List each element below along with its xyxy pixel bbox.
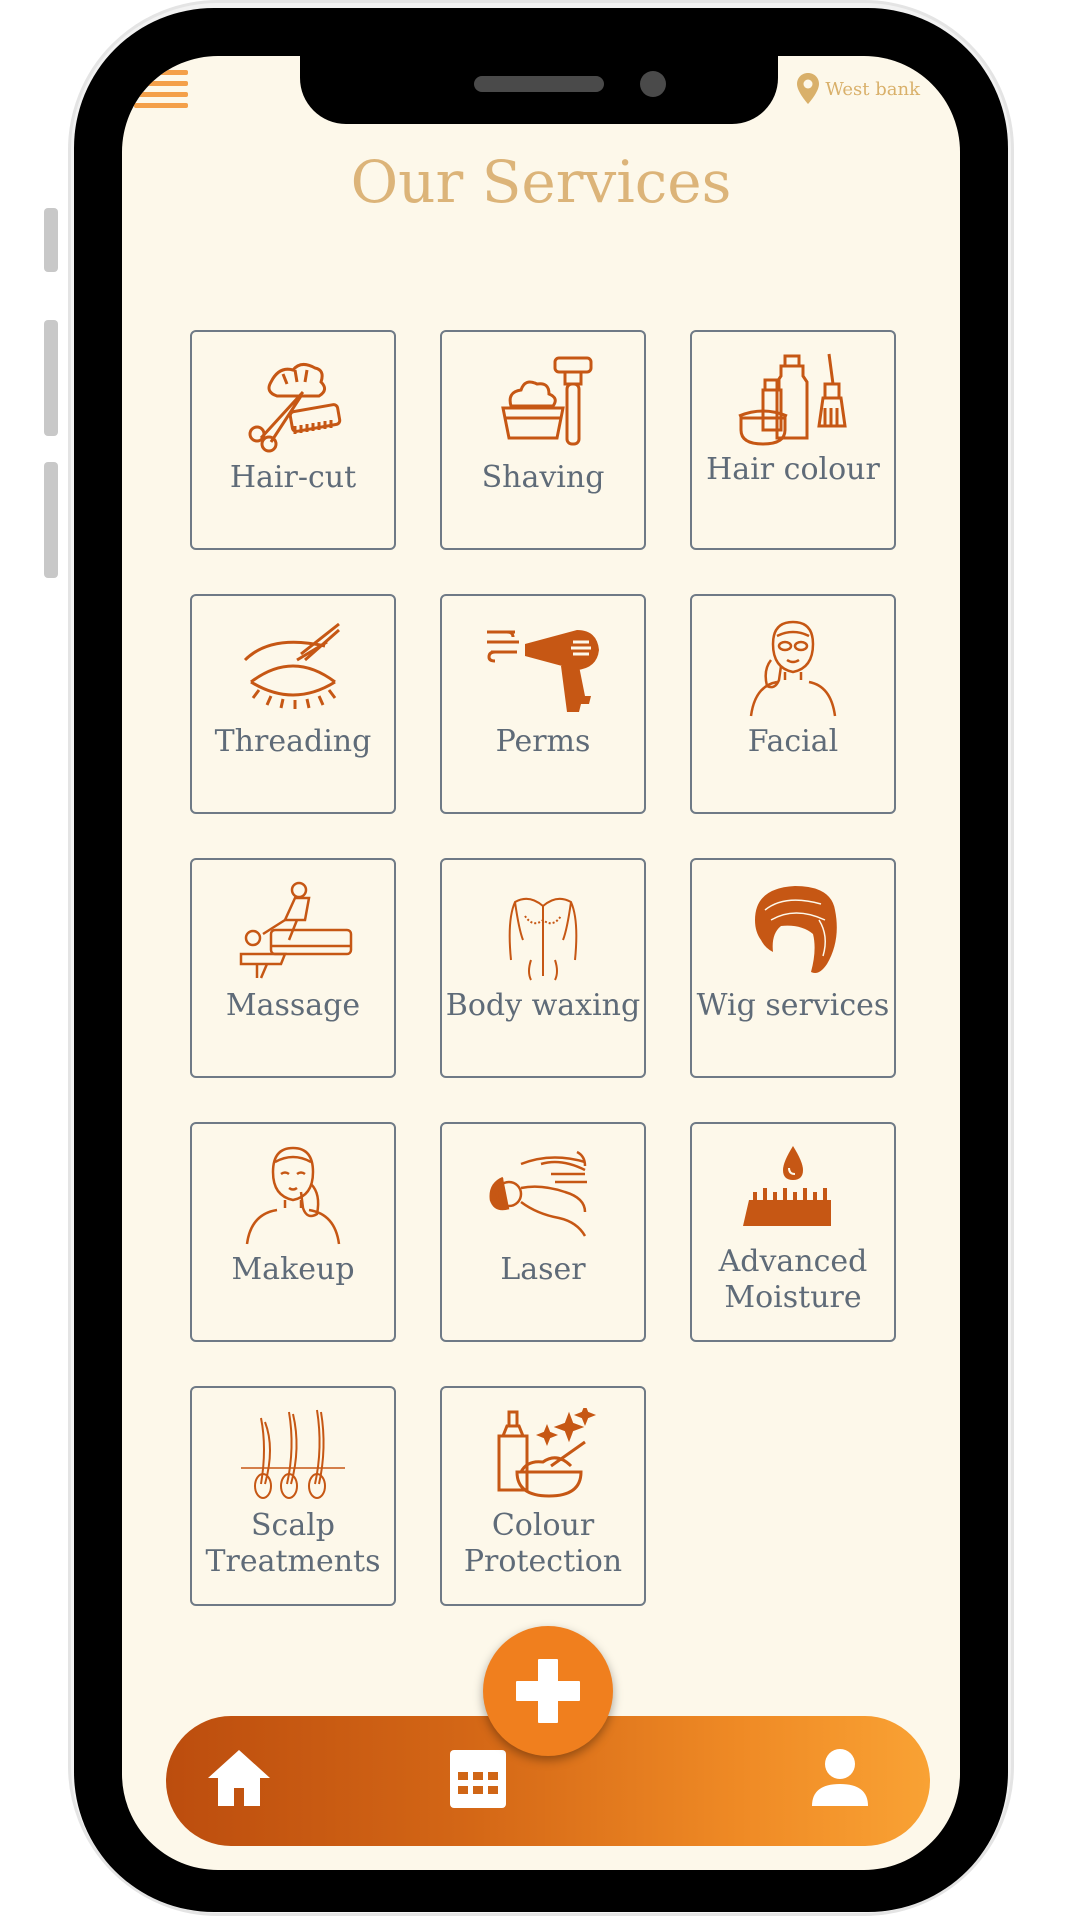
laser-icon <box>489 1150 587 1237</box>
service-card-hair-colour[interactable]: Hair colour <box>690 330 896 550</box>
hair-colour-icon <box>738 353 847 446</box>
phone-side-button <box>44 462 58 578</box>
service-card-wig[interactable]: Wig services <box>690 858 896 1078</box>
phone-notch <box>300 56 778 124</box>
body-waxing-icon <box>508 897 578 981</box>
wig-icon <box>755 886 837 973</box>
service-card-body-waxing[interactable]: Body waxing <box>440 858 646 1078</box>
service-card-makeup[interactable]: Makeup <box>190 1122 396 1342</box>
scalp-icon <box>241 1409 345 1499</box>
calendar-icon[interactable] <box>448 1746 508 1812</box>
service-label: Massage <box>225 988 361 1023</box>
threading-icon <box>243 622 340 709</box>
service-card-perms[interactable]: Perms <box>440 594 646 814</box>
massage-icon <box>239 881 353 979</box>
location-label: West bank <box>825 78 920 100</box>
hamburger-menu-icon[interactable] <box>134 70 188 116</box>
service-label: Perms <box>495 724 591 759</box>
service-card-colour-protection[interactable]: Colour Protection <box>440 1386 646 1606</box>
colour-protection-icon <box>497 1408 597 1498</box>
makeup-icon <box>245 1146 341 1245</box>
plus-icon <box>516 1659 580 1723</box>
service-label: Scalp Treatments <box>205 1508 381 1579</box>
service-label: Makeup <box>231 1252 355 1287</box>
location-selector[interactable]: West bank <box>795 72 920 106</box>
service-label: Threading <box>214 724 372 759</box>
moisture-icon <box>743 1146 831 1226</box>
service-card-scalp-treatments[interactable]: Scalp Treatments <box>190 1386 396 1606</box>
service-card-advanced-moisture[interactable]: Advanced Moisture <box>690 1122 896 1342</box>
service-label: Facial <box>747 724 839 759</box>
phone-side-button <box>44 320 58 436</box>
location-pin-icon <box>797 73 820 104</box>
page-title: Our Services <box>350 148 732 216</box>
hair-dryer-icon <box>487 630 599 712</box>
speaker-grille <box>474 76 604 92</box>
add-booking-button[interactable] <box>483 1626 613 1756</box>
service-label: Advanced Moisture <box>718 1244 868 1315</box>
shaving-icon <box>501 356 593 446</box>
service-card-shaving[interactable]: Shaving <box>440 330 646 550</box>
services-grid: Hair-cut Shaving Hair colour Threading P… <box>190 330 896 1606</box>
service-label: Hair-cut <box>229 460 357 495</box>
app-screen: West bank Our Services Hair-cut Shaving … <box>122 56 960 1870</box>
service-label: Laser <box>500 1252 586 1287</box>
service-card-laser[interactable]: Laser <box>440 1122 646 1342</box>
facial-icon <box>749 620 837 717</box>
home-icon[interactable] <box>206 1748 272 1808</box>
service-card-haircut[interactable]: Hair-cut <box>190 330 396 550</box>
service-label: Hair colour <box>706 452 880 487</box>
haircut-icon <box>248 363 342 453</box>
service-label: Body waxing <box>445 988 641 1023</box>
service-card-facial[interactable]: Facial <box>690 594 896 814</box>
service-label: Shaving <box>481 460 605 495</box>
service-label: Wig services <box>696 988 890 1023</box>
service-card-massage[interactable]: Massage <box>190 858 396 1078</box>
service-label: Colour Protection <box>463 1508 623 1579</box>
service-card-threading[interactable]: Threading <box>190 594 396 814</box>
phone-side-button <box>44 208 58 272</box>
front-camera <box>640 71 666 97</box>
profile-icon[interactable] <box>810 1746 870 1808</box>
